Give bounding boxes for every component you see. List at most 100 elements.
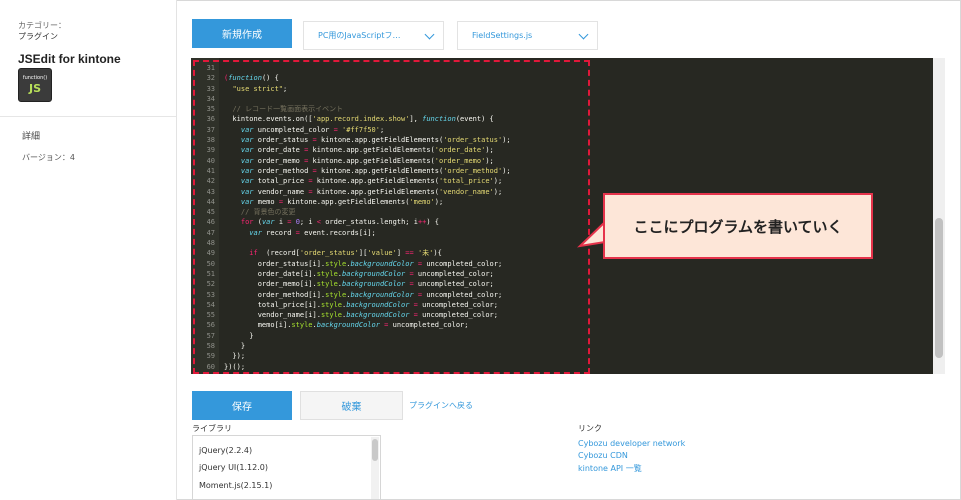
line-number: 44 bbox=[206, 197, 215, 206]
library-label: ライブラリ bbox=[192, 424, 232, 433]
editor-scrollbar-thumb[interactable] bbox=[935, 218, 943, 358]
line-number: 57 bbox=[206, 331, 215, 340]
code-line[interactable]: 56 memo[i].style.backgroundColor = uncom… bbox=[191, 320, 933, 330]
code-line[interactable]: 51 order_date[i].style.backgroundColor =… bbox=[191, 269, 933, 279]
code-text: order_method[i].style.backgroundColor = … bbox=[224, 290, 503, 299]
links-label: リンク bbox=[578, 424, 602, 433]
line-number: 56 bbox=[206, 321, 215, 330]
discard-button[interactable]: 破棄 bbox=[300, 391, 403, 420]
sidebar: カテゴリー： プラグイン JSEdit for kintone function… bbox=[0, 0, 177, 500]
code-line[interactable]: 34 bbox=[191, 94, 933, 104]
code-line[interactable]: 38 var order_status = kintone.app.getFie… bbox=[191, 135, 933, 145]
code-line[interactable]: 50 order_status[i].style.backgroundColor… bbox=[191, 259, 933, 269]
code-text: order_status[i].style.backgroundColor = … bbox=[224, 259, 503, 268]
line-number: 37 bbox=[206, 125, 215, 134]
library-item[interactable]: jQuery(2.2.4) bbox=[199, 446, 252, 455]
line-number: 43 bbox=[206, 187, 215, 196]
line-number: 48 bbox=[206, 239, 215, 248]
code-line[interactable]: 59 }); bbox=[191, 351, 933, 361]
line-number: 59 bbox=[206, 352, 215, 361]
code-text: var order_date = kintone.app.getFieldEle… bbox=[240, 146, 494, 155]
line-number: 32 bbox=[206, 74, 215, 83]
line-number: 49 bbox=[206, 249, 215, 258]
line-number: 40 bbox=[206, 156, 215, 165]
code-line[interactable]: 54 total_price[i].style.backgroundColor … bbox=[191, 300, 933, 310]
code-text: // 背景色の変更 bbox=[240, 208, 296, 217]
code-text: var memo = kintone.app.getFieldElements(… bbox=[240, 197, 444, 206]
code-text: order_date[i].style.backgroundColor = un… bbox=[224, 269, 494, 278]
code-text: } bbox=[224, 342, 246, 351]
code-line[interactable]: 39 var order_date = kintone.app.getField… bbox=[191, 145, 933, 155]
code-line[interactable]: 37 var uncompleted_color = '#ff7f50'; bbox=[191, 125, 933, 135]
code-text: if (record['order_status']['value'] == '… bbox=[249, 249, 442, 258]
library-item[interactable]: Moment.js(2.15.1) bbox=[199, 481, 272, 490]
code-text: (function() { bbox=[224, 74, 279, 83]
code-text: var record = event.records[i]; bbox=[249, 228, 376, 237]
category-value: プラグイン bbox=[18, 32, 58, 41]
line-number: 61 bbox=[191, 372, 215, 374]
code-line[interactable]: 61 bbox=[191, 372, 933, 374]
code-text: } bbox=[224, 331, 254, 340]
link-kintone-api[interactable]: kintone API 一覧 bbox=[578, 463, 642, 474]
line-number: 47 bbox=[206, 228, 215, 237]
code-line[interactable]: 52 order_memo[i].style.backgroundColor =… bbox=[191, 279, 933, 289]
link-cybozu-cdn[interactable]: Cybozu CDN bbox=[578, 451, 628, 460]
editor-scrollbar[interactable] bbox=[933, 58, 945, 374]
file-select-value: FieldSettings.js bbox=[472, 31, 533, 40]
code-text: var order_status = kintone.app.getFieldE… bbox=[240, 136, 511, 145]
code-text: for (var i = 0; i < order_status.length;… bbox=[240, 218, 440, 227]
code-line[interactable]: 40 var order_memo = kintone.app.getField… bbox=[191, 156, 933, 166]
code-text: }); bbox=[224, 352, 246, 361]
line-number: 46 bbox=[206, 218, 215, 227]
line-number: 54 bbox=[206, 300, 215, 309]
library-scrollbar[interactable] bbox=[371, 437, 379, 499]
code-text: var uncompleted_color = '#ff7f50'; bbox=[240, 125, 385, 134]
code-text: total_price[i].style.backgroundColor = u… bbox=[224, 300, 498, 309]
js-type-select[interactable]: PC用のJavaScriptフ… bbox=[303, 21, 444, 50]
code-line[interactable]: 41 var order_method = kintone.app.getFie… bbox=[191, 166, 933, 176]
code-line[interactable]: 55 vendor_name[i].style.backgroundColor … bbox=[191, 310, 933, 320]
line-number: 35 bbox=[206, 105, 215, 114]
code-line[interactable]: 57 } bbox=[191, 331, 933, 341]
code-line[interactable]: 58 } bbox=[191, 341, 933, 351]
new-file-button[interactable]: 新規作成 bbox=[192, 19, 292, 48]
line-number: 55 bbox=[206, 311, 215, 320]
library-list[interactable]: jQuery(2.2.4) jQuery UI(1.12.0) Moment.j… bbox=[192, 435, 381, 500]
line-number: 53 bbox=[206, 290, 215, 299]
link-cybozu-developer-network[interactable]: Cybozu developer network bbox=[578, 439, 685, 448]
line-number: 50 bbox=[206, 259, 215, 268]
code-line[interactable]: 53 order_method[i].style.backgroundColor… bbox=[191, 290, 933, 300]
code-text: order_memo[i].style.backgroundColor = un… bbox=[224, 280, 494, 289]
line-number: 34 bbox=[206, 94, 215, 103]
code-line[interactable]: 31 bbox=[191, 63, 933, 73]
code-line[interactable]: 32 (function() { bbox=[191, 73, 933, 83]
line-number: 39 bbox=[206, 146, 215, 155]
file-select[interactable]: FieldSettings.js bbox=[457, 21, 598, 50]
library-scrollbar-thumb[interactable] bbox=[372, 439, 378, 461]
save-button[interactable]: 保存 bbox=[192, 391, 292, 420]
code-line[interactable]: 35 // レコード一覧画面表示イベント bbox=[191, 104, 933, 114]
code-text: var order_memo = kintone.app.getFieldEle… bbox=[240, 156, 494, 165]
line-number: 36 bbox=[206, 115, 215, 124]
code-text: var order_method = kintone.app.getFieldE… bbox=[240, 166, 511, 175]
plugin-icon-label: JS bbox=[28, 82, 41, 95]
plugin-js-icon: function() JS bbox=[18, 68, 52, 102]
annotation-callout: ここにプログラムを書いていく bbox=[603, 193, 873, 259]
category-label: カテゴリー： bbox=[18, 21, 66, 30]
annotation-callout-text: ここにプログラムを書いていく bbox=[633, 217, 843, 236]
code-line[interactable]: 60})(); bbox=[191, 362, 933, 372]
code-text: vendor_name[i].style.backgroundColor = u… bbox=[224, 311, 498, 320]
line-number: 52 bbox=[206, 280, 215, 289]
chevron-down-icon bbox=[424, 29, 435, 40]
line-number: 33 bbox=[206, 84, 215, 93]
code-line[interactable]: 33 "use strict"; bbox=[191, 84, 933, 94]
back-to-plugins-link[interactable]: プラグインへ戻る bbox=[409, 400, 473, 411]
line-number: 45 bbox=[206, 208, 215, 217]
library-item[interactable]: jQuery UI(1.12.0) bbox=[199, 463, 268, 472]
code-line[interactable]: 36 kintone.events.on(['app.record.index.… bbox=[191, 114, 933, 124]
code-text: })(); bbox=[224, 362, 246, 371]
chevron-down-icon bbox=[578, 29, 589, 40]
code-line[interactable]: 42 var total_price = kintone.app.getFiel… bbox=[191, 176, 933, 186]
detail-label: 詳細 bbox=[22, 132, 41, 142]
line-number: 41 bbox=[206, 166, 215, 175]
